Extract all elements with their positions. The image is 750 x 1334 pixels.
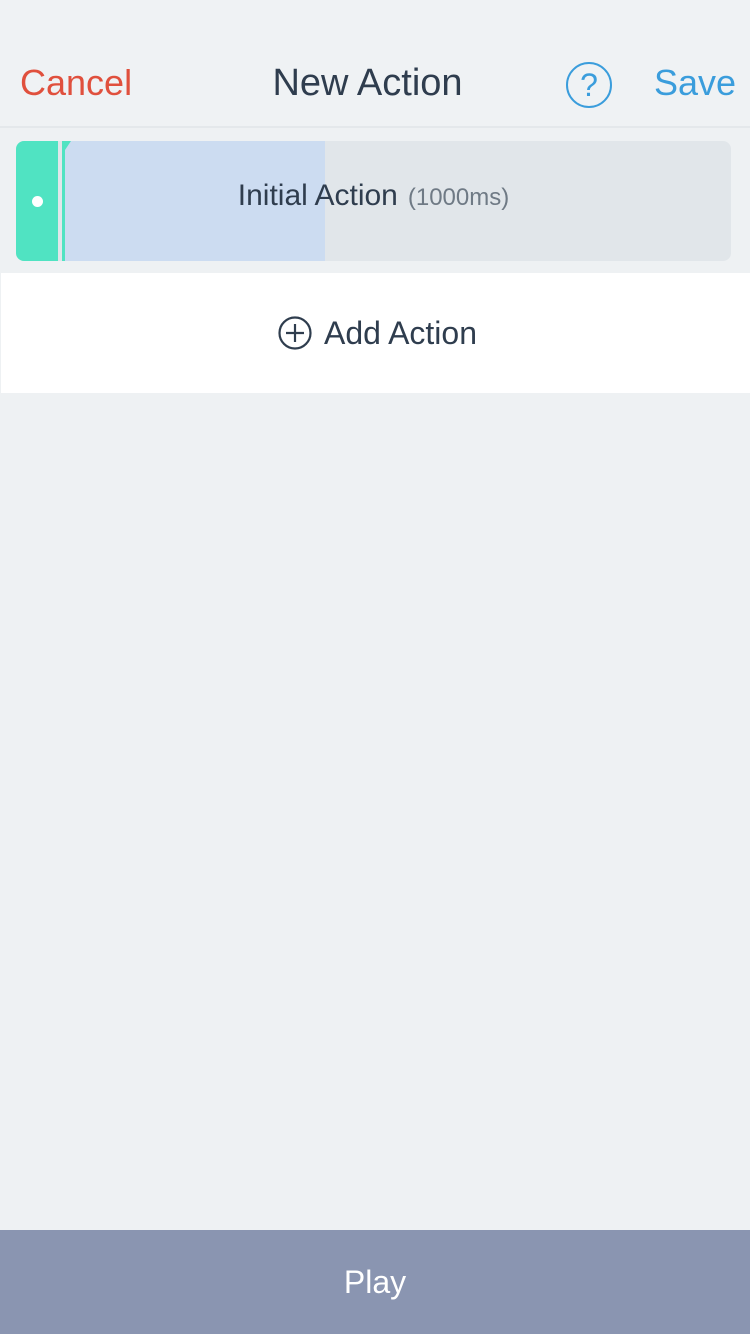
- save-button[interactable]: Save: [654, 62, 736, 104]
- action-text: Initial Action (1000ms): [16, 179, 731, 213]
- play-label: Play: [343, 1264, 407, 1300]
- plus-circle-icon: [278, 316, 312, 350]
- question-circle-icon[interactable]: ?: [566, 62, 612, 108]
- add-action-button[interactable]: Add Action: [1, 273, 750, 393]
- action-row[interactable]: Initial Action (1000ms): [16, 141, 731, 261]
- navigation-bar: Cancel New Action ? Save: [0, 0, 750, 128]
- add-action-label: Add Action: [324, 314, 477, 351]
- add-action-content: Add Action: [278, 315, 477, 351]
- play-button[interactable]: Play: [0, 1230, 750, 1334]
- action-label: Initial Action: [237, 179, 398, 212]
- playhead-tip-icon: [63, 141, 71, 153]
- screen: Cancel New Action ? Save Initial Action (…: [0, 0, 750, 1334]
- page-title: New Action: [272, 62, 463, 104]
- action-duration: (1000ms): [407, 184, 510, 211]
